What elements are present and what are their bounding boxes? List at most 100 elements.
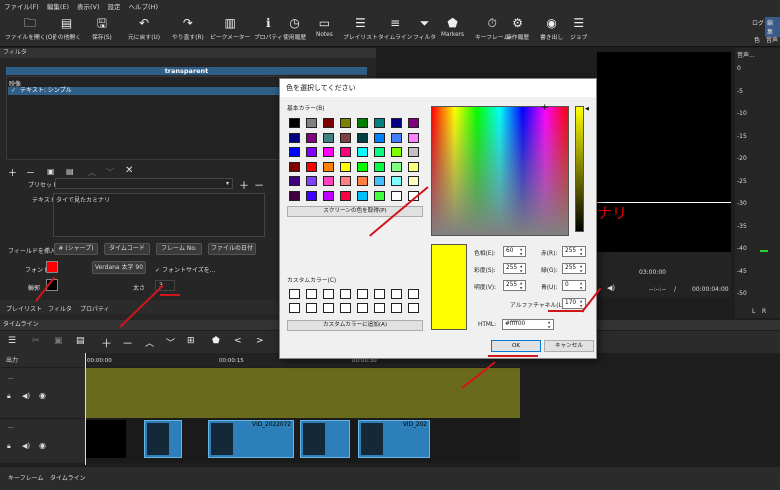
tab-keyframes[interactable]: キーフレーム (8, 473, 43, 482)
overwrite-icon[interactable]: ﹀ (166, 336, 175, 349)
basic-color-swatch[interactable] (408, 147, 419, 157)
video-clip[interactable] (144, 420, 182, 458)
layout-tab-edit[interactable]: 編集 (765, 17, 780, 37)
custom-color-swatch[interactable] (374, 289, 385, 299)
basic-color-swatch[interactable] (391, 132, 402, 143)
menu-view[interactable]: 表示(V) (73, 0, 104, 14)
basic-color-swatch[interactable] (408, 118, 419, 128)
basic-color-swatch[interactable] (340, 132, 351, 143)
basic-color-swatch[interactable] (306, 132, 317, 143)
lock-icon[interactable]: 🔒︎ (7, 392, 11, 401)
basic-color-swatch[interactable] (357, 161, 368, 172)
save-preset-icon[interactable]: ＋ (239, 177, 249, 192)
toolbar-button-2[interactable]: 🖫 保存(S) (92, 16, 112, 41)
insert-hash-button[interactable]: # (シャープ) (54, 243, 98, 255)
basic-color-swatch[interactable] (323, 118, 334, 128)
menu-edit[interactable]: 編集(E) (43, 0, 73, 14)
basic-color-swatch[interactable] (306, 147, 317, 157)
basic-color-swatch[interactable] (391, 190, 402, 201)
basic-color-swatch[interactable] (289, 161, 300, 172)
basic-color-swatch[interactable] (340, 147, 351, 157)
toolbar-button-15[interactable]: ◉ 書き出し (540, 16, 563, 41)
insert-frame-button[interactable]: フレーム No. (156, 243, 202, 255)
val-spinbox[interactable]: 255 (503, 280, 526, 291)
value-slider[interactable] (575, 106, 584, 232)
preset-select[interactable]: ▾ (55, 178, 233, 189)
menu-file[interactable]: ファイル(F) (0, 0, 43, 14)
deselect-filter-icon[interactable]: ✕ (125, 165, 133, 176)
split-icon[interactable]: ⊞ (187, 336, 195, 346)
basic-color-swatch[interactable] (289, 132, 300, 143)
playhead[interactable] (85, 353, 86, 465)
basic-color-swatch[interactable] (340, 176, 351, 186)
prev-marker-icon[interactable]: < (234, 336, 242, 346)
mute-icon-2[interactable]: ◀︎) (22, 442, 30, 450)
toolbar-button-4[interactable]: ↷ やり直す(R) (172, 16, 204, 41)
custom-color-swatch[interactable] (408, 289, 419, 299)
basic-color-swatch[interactable] (289, 118, 300, 128)
font-size-checkbox[interactable]: ✓ フォントサイズを... (155, 265, 215, 274)
red-spinbox[interactable]: 255 (562, 246, 586, 257)
eye-icon[interactable]: ◉ (39, 391, 46, 400)
custom-color-swatch[interactable] (289, 303, 300, 313)
eye-icon-2[interactable]: ◉ (39, 441, 46, 450)
delete-preset-icon[interactable]: － (254, 177, 264, 192)
menu-settings[interactable]: 設定 (104, 0, 125, 14)
add-filter-icon[interactable]: ＋ (8, 166, 17, 179)
toolbar-button-13[interactable]: ⏱ キーフレーム (475, 16, 509, 41)
basic-color-swatch[interactable] (306, 118, 317, 128)
tab-timeline[interactable]: タイムライン (50, 473, 86, 482)
marker-icon[interactable]: ⬟ (212, 336, 220, 346)
basic-color-swatch[interactable] (340, 190, 351, 201)
toolbar-button-1[interactable]: ▤ その他開く (52, 16, 81, 41)
tab-properties[interactable]: プロパティ (80, 304, 110, 313)
menu-help[interactable]: ヘルプ(H) (125, 0, 162, 14)
html-field[interactable]: #ffff00 (502, 319, 554, 330)
green-spinbox[interactable]: 255 (562, 263, 586, 274)
black-clip[interactable] (86, 420, 126, 458)
basic-color-swatch[interactable] (391, 176, 402, 186)
basic-color-swatch[interactable] (323, 147, 334, 157)
insert-timecode-button[interactable]: タイムコード (104, 243, 150, 255)
basic-color-swatch[interactable] (340, 118, 351, 128)
sat-spinbox[interactable]: 255 (503, 263, 526, 274)
volume-icon[interactable]: ◀︎) (607, 284, 615, 292)
text-field[interactable]: タイで見たカミナリ (53, 193, 265, 237)
toolbar-button-0[interactable]: 🗀 ファイルを開く(O) (5, 16, 55, 41)
tab-filter[interactable]: フィルタ (48, 304, 72, 313)
hue-spinbox[interactable]: 60 (503, 246, 526, 257)
basic-color-swatch[interactable] (357, 132, 368, 143)
layout-tab-audio[interactable]: 音声 (766, 35, 778, 44)
basic-color-swatch[interactable] (357, 118, 368, 128)
basic-color-swatch[interactable] (374, 132, 385, 143)
remove-filter-icon[interactable]: － (26, 166, 35, 179)
basic-color-swatch[interactable] (391, 118, 402, 128)
toolbar-button-5[interactable]: ▥ ピークメーター (210, 16, 250, 41)
tab-playlist[interactable]: プレイリスト (6, 304, 42, 313)
custom-color-swatch[interactable] (306, 289, 317, 299)
basic-color-swatch[interactable] (357, 190, 368, 201)
append-icon[interactable]: ＋ (101, 335, 112, 351)
next-marker-icon[interactable]: > (256, 336, 264, 346)
current-time[interactable]: --:--:-- (649, 286, 666, 293)
add-custom-button[interactable]: カスタムカラーに追加(A) (287, 320, 423, 331)
basic-color-swatch[interactable] (289, 190, 300, 201)
basic-color-swatch[interactable] (289, 176, 300, 186)
basic-color-swatch[interactable] (391, 147, 402, 157)
basic-color-swatch[interactable] (357, 176, 368, 186)
layout-tab-color[interactable]: 色 (754, 35, 760, 44)
hue-saturation-field[interactable]: + (431, 103, 569, 236)
custom-color-swatch[interactable] (357, 289, 368, 299)
basic-color-swatch[interactable] (323, 190, 334, 201)
toolbar-button-12[interactable]: ⬟ Markers (441, 16, 464, 38)
custom-color-swatch[interactable] (340, 303, 351, 313)
basic-color-swatch[interactable] (306, 176, 317, 186)
video-clip[interactable]: VID_2022072 (208, 420, 294, 458)
video-clip[interactable]: VID_202 (358, 420, 430, 458)
toolbar-button-3[interactable]: ↶ 元に戻す(U) (128, 16, 160, 41)
blue-spinbox[interactable]: 0 (562, 280, 586, 291)
paste-icon[interactable]: ▤ (76, 336, 85, 346)
font-color-swatch[interactable] (46, 261, 58, 273)
basic-color-swatch[interactable] (289, 147, 300, 157)
custom-color-swatch[interactable] (391, 303, 402, 313)
